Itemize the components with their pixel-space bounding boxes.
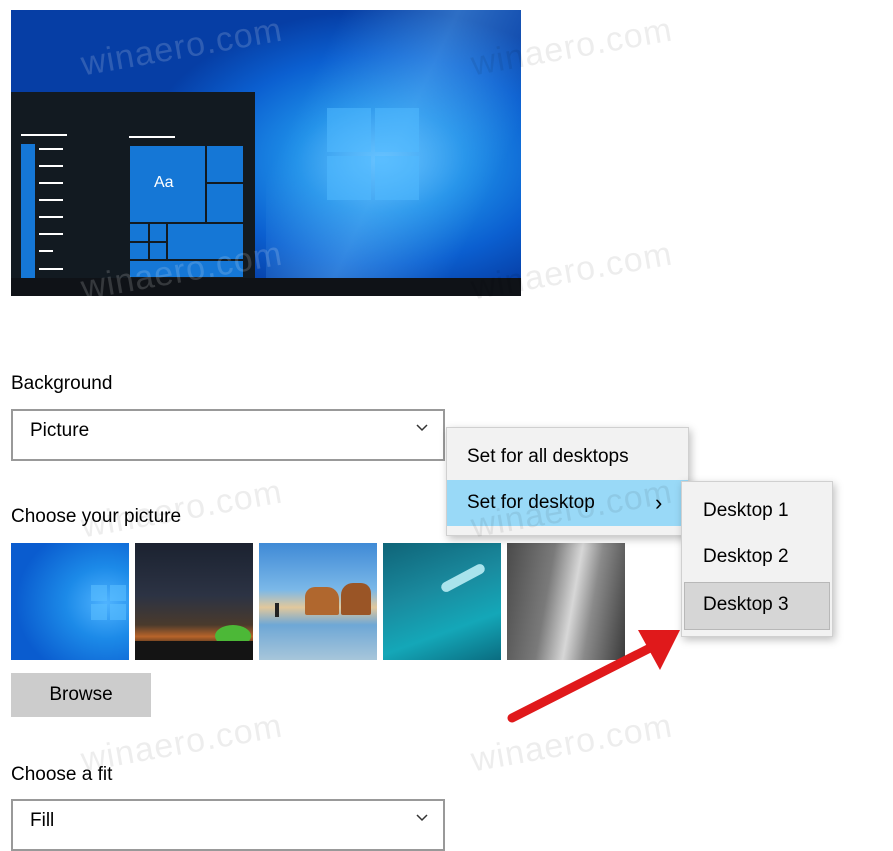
submenu-item-desktop-2[interactable]: Desktop 2 [682,534,832,580]
watermark: winaero.com [78,472,286,546]
picture-thumb-windows[interactable] [11,543,129,660]
menu-item-label: Set for all desktops [467,446,629,467]
browse-button[interactable]: Browse [11,673,151,717]
menu-item-set-all-desktops[interactable]: Set for all desktops [447,434,688,480]
windows-logo-icon [327,108,419,200]
fit-dropdown[interactable]: Fill [11,799,445,851]
submenu-item-label: Desktop 3 [703,594,789,615]
preview-sample-text: Aa [154,174,174,191]
chevron-down-icon [416,424,428,432]
picture-thumb-beach-rocks[interactable] [259,543,377,660]
chevron-down-icon [416,814,428,822]
background-dropdown[interactable]: Picture [11,409,445,461]
submenu-item-desktop-1[interactable]: Desktop 1 [682,488,832,534]
background-dropdown-value: Picture [30,420,90,441]
background-label: Background [11,373,113,394]
picture-thumb-underwater[interactable] [383,543,501,660]
submenu-item-desktop-3[interactable]: Desktop 3 [684,582,830,630]
fit-dropdown-value: Fill [30,810,55,831]
submenu-item-label: Desktop 2 [703,546,789,567]
watermark: winaero.com [78,706,286,780]
desktop-submenu: Desktop 1 Desktop 2 Desktop 3 [681,481,833,637]
submenu-item-label: Desktop 1 [703,500,789,521]
picture-thumb-night-sky[interactable] [135,543,253,660]
